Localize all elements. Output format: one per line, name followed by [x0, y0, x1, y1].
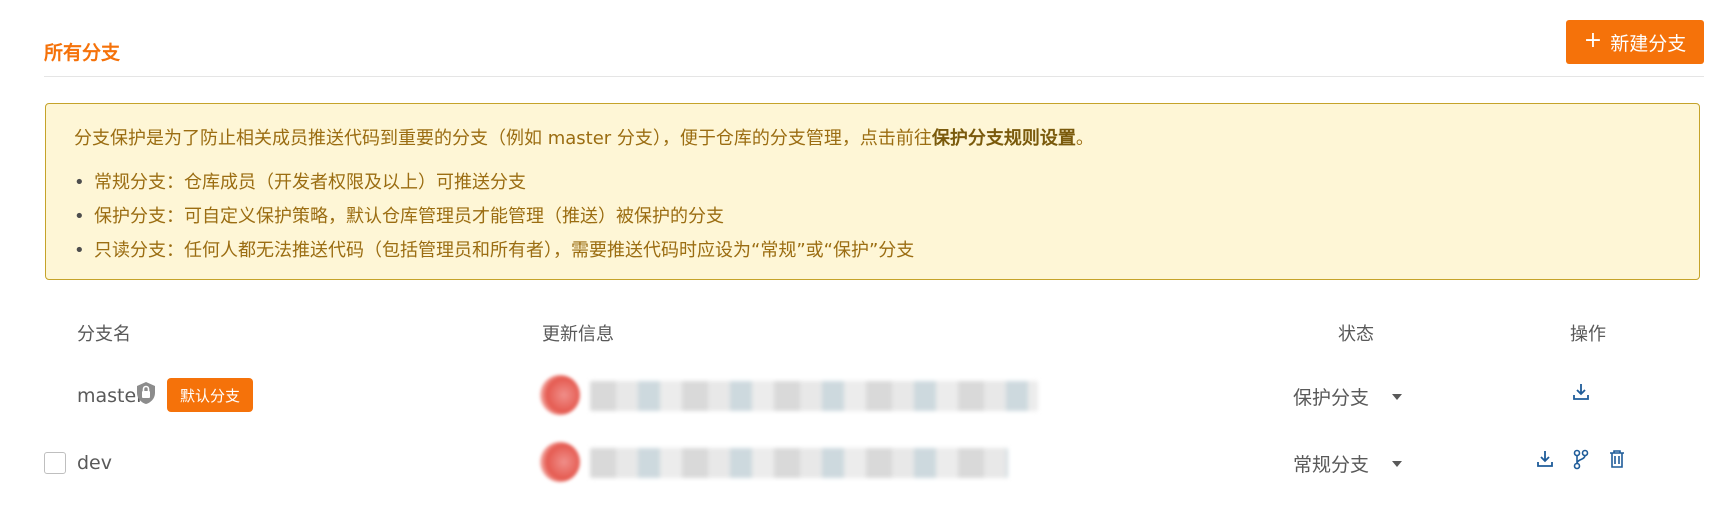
avatar	[540, 375, 580, 415]
new-branch-label: 新建分支	[1610, 32, 1687, 55]
default-branch-badge: 默认分支	[167, 378, 253, 412]
trash-icon[interactable]	[1606, 448, 1628, 470]
branch-protection-notice: 分支保护是为了防止相关成员推送代码到重要的分支（例如 master 分支），便于…	[45, 103, 1700, 280]
column-branch-name: 分支名	[77, 324, 131, 345]
download-icon[interactable]	[1570, 381, 1592, 403]
lock-icon	[135, 381, 157, 405]
notice-item: 只读分支：任何人都无法推送代码（包括管理员和所有者），需要推送代码时应设为“常规…	[74, 234, 914, 268]
notice-intro-end: 。	[1075, 128, 1094, 149]
row-actions	[1534, 448, 1628, 474]
chevron-down-icon[interactable]	[1392, 461, 1402, 467]
branch-name[interactable]: master	[77, 385, 144, 407]
table-row: master 默认分支 保护分支	[0, 367, 1713, 427]
update-info	[590, 448, 1008, 478]
column-update-info: 更新信息	[542, 324, 614, 345]
page-header: 所有分支 + 新建分支	[44, 20, 1704, 77]
row-checkbox[interactable]	[44, 452, 66, 474]
notice-item: 常规分支：仓库成员（开发者权限及以上）可推送分支	[74, 166, 914, 200]
branch-status[interactable]: 保护分支	[1293, 383, 1369, 410]
download-icon[interactable]	[1534, 448, 1556, 470]
notice-intro: 分支保护是为了防止相关成员推送代码到重要的分支（例如 master 分支），便于…	[74, 124, 1094, 150]
table-row: dev 常规分支	[0, 434, 1713, 494]
column-actions: 操作	[1570, 324, 1606, 345]
notice-list: 常规分支：仓库成员（开发者权限及以上）可推送分支 保护分支：可自定义保护策略，默…	[74, 166, 914, 268]
branch-name[interactable]: dev	[77, 452, 112, 474]
column-status: 状态	[1338, 324, 1374, 345]
git-branch-icon[interactable]	[1570, 448, 1592, 470]
branch-table-header: 分支名 更新信息 状态 操作	[0, 312, 1713, 352]
notice-intro-text: 分支保护是为了防止相关成员推送代码到重要的分支（例如 master 分支），便于…	[74, 128, 932, 149]
new-branch-button[interactable]: + 新建分支	[1566, 20, 1704, 64]
protection-settings-link[interactable]: 保护分支规则设置	[932, 128, 1076, 149]
branches-page: 所有分支 + 新建分支 分支保护是为了防止相关成员推送代码到重要的分支（例如 m…	[0, 0, 1713, 516]
plus-icon: +	[1583, 28, 1603, 53]
row-actions	[1570, 381, 1592, 407]
update-info	[590, 381, 1038, 411]
chevron-down-icon[interactable]	[1392, 394, 1402, 400]
avatar	[540, 442, 580, 482]
branch-status[interactable]: 常规分支	[1293, 450, 1369, 477]
page-title: 所有分支	[44, 42, 121, 64]
notice-item: 保护分支：可自定义保护策略，默认仓库管理员才能管理（推送）被保护的分支	[74, 200, 914, 234]
